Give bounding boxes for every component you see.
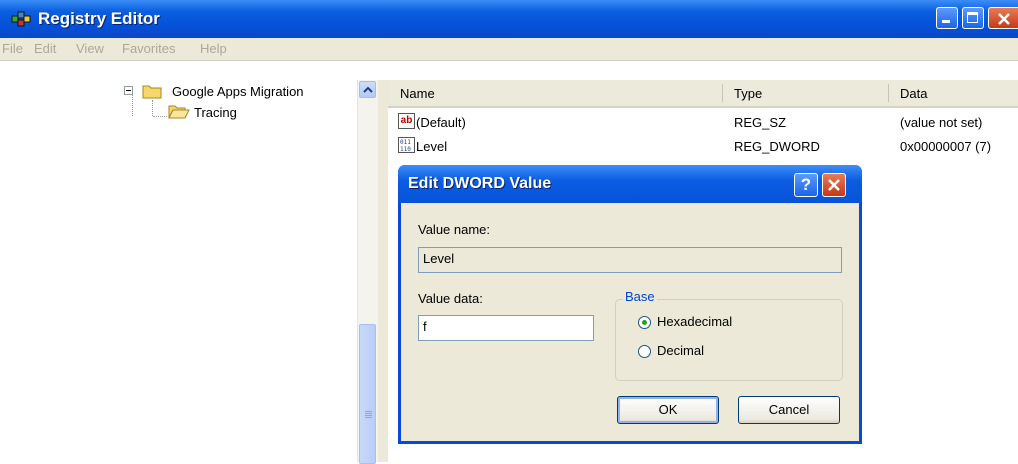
radio-button[interactable] (638, 345, 651, 358)
maximize-button[interactable] (962, 7, 984, 29)
value-data: (value not set) (900, 115, 983, 130)
menu-favorites[interactable]: Favorites (122, 41, 175, 56)
minimize-icon (942, 20, 950, 23)
value-type: REG_SZ (734, 115, 787, 130)
column-header-name[interactable]: Name (400, 86, 435, 108)
dialog-title: Edit DWORD Value (408, 175, 552, 192)
radio-button[interactable] (638, 316, 651, 329)
value-name: (Default) (416, 115, 466, 130)
svg-text:011: 011 (400, 139, 411, 146)
column-divider[interactable] (888, 84, 889, 102)
pane-splitter[interactable] (378, 80, 388, 462)
value-data-label: Value data: (418, 291, 483, 306)
tree-connector (152, 100, 154, 116)
registry-editor-icon (10, 9, 32, 29)
title-bar: Registry Editor (0, 0, 1018, 38)
value-data-input[interactable]: f (418, 315, 594, 341)
tree-scrollbar[interactable] (357, 80, 378, 464)
string-value-icon: ab (398, 113, 415, 129)
grip-line (365, 413, 372, 414)
menu-file[interactable]: File (2, 41, 23, 56)
close-window-button[interactable] (988, 7, 1018, 29)
value-name-field: Level (418, 247, 842, 273)
help-icon: ? (800, 175, 812, 194)
grip-line (365, 415, 372, 416)
grip-line (365, 411, 372, 412)
tree-pane[interactable]: Google Apps Migration Tracing (0, 80, 360, 462)
maximize-icon (967, 12, 978, 23)
open-folder-icon (168, 103, 190, 122)
value-data: 0x00000007 (7) (900, 139, 992, 154)
tree-item-tracing[interactable]: Tracing (194, 105, 237, 120)
menu-help[interactable]: Help (200, 41, 227, 56)
close-icon (828, 179, 840, 191)
radio-selected-dot (642, 320, 647, 325)
cancel-button[interactable]: Cancel (738, 396, 840, 424)
column-divider[interactable] (722, 84, 723, 102)
close-icon (998, 13, 1010, 25)
minus-icon (126, 90, 131, 91)
collapse-toggle[interactable] (124, 86, 133, 95)
minimize-button[interactable] (936, 7, 958, 29)
column-header-type[interactable]: Type (734, 86, 762, 108)
menu-bar: File Edit View Favorites Help (0, 38, 1018, 61)
grip-line (365, 417, 372, 418)
svg-text:110: 110 (400, 146, 411, 152)
window-title: Registry Editor (38, 9, 160, 28)
chevron-up-icon (363, 86, 373, 93)
tree-item-google-apps-migration[interactable]: Google Apps Migration (172, 84, 304, 99)
value-name: Level (416, 139, 448, 154)
folder-icon (142, 83, 162, 102)
tree-connector (132, 94, 134, 116)
binary-value-icon: 011 110 (398, 137, 415, 153)
dialog-title-bar[interactable]: Edit DWORD Value ? (398, 165, 862, 203)
dialog-close-button[interactable] (822, 173, 846, 197)
base-group-label: Base (623, 289, 657, 304)
dialog-body: Value name: Level Value data: f Base Hex… (401, 203, 859, 441)
scroll-up-button[interactable] (359, 81, 376, 98)
tree-connector (153, 116, 167, 118)
value-type: REG_DWORD (734, 139, 820, 154)
base-groupbox (615, 299, 843, 381)
value-name-label: Value name: (418, 222, 491, 237)
column-header-data[interactable]: Data (900, 86, 927, 108)
menu-edit[interactable]: Edit (34, 41, 56, 56)
menu-view[interactable]: View (76, 41, 104, 56)
scroll-thumb[interactable] (359, 324, 376, 464)
ok-button[interactable]: OK (617, 396, 719, 424)
radio-label[interactable]: Hexadecimal (657, 314, 732, 329)
help-button[interactable]: ? (794, 173, 818, 197)
radio-label[interactable]: Decimal (657, 343, 704, 358)
edit-dword-dialog: Edit DWORD Value ? Value name: Level Val… (398, 165, 862, 444)
